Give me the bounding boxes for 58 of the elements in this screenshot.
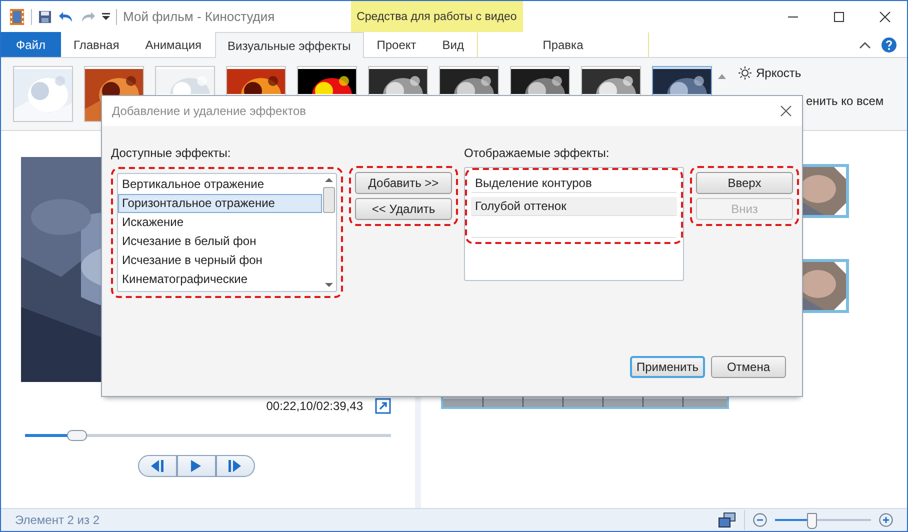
storyboard-icon[interactable] [718,512,736,528]
effect-thumbnail[interactable] [13,66,73,122]
close-icon[interactable] [780,105,792,117]
list-item[interactable]: Голубой оттенок [471,197,677,216]
dialog-title: Добавление и удаление эффектов [112,104,306,118]
context-tab-header: Средства для работы с видео [350,1,523,32]
list-item[interactable]: Выделение контуров [471,174,677,193]
next-frame-icon [228,460,242,472]
list-label: Доступные эффекты: [111,146,232,160]
move-up-button[interactable]: Вверх [696,172,793,194]
previous-frame-button[interactable] [138,455,176,477]
help-icon[interactable] [881,36,897,52]
list-item[interactable]: Вертикальное отражение [118,175,322,194]
ribbon-tab[interactable]: Анимация [132,32,215,57]
list-item[interactable]: Исчезание в белый фон [118,232,322,251]
remove-button[interactable]: << Удалить [355,198,452,220]
previous-frame-icon [150,460,164,472]
ribbon-tab[interactable]: Главная [60,32,132,57]
scroll-up-icon[interactable] [718,73,726,79]
play-button[interactable] [176,455,216,477]
file-tab[interactable]: Файл [1,32,61,57]
dropdown-icon[interactable] [102,12,110,20]
save-icon[interactable] [38,10,52,24]
ribbon-tab[interactable]: Проект [364,32,430,57]
window-title: Мой фильм - Киностудия [123,9,275,24]
effects-list[interactable]: Вертикальное отражение Горизонтальное отражение Искажение Исчезание в белый фон Исчезание в черный фон Кинематографические [117,173,337,292]
time-display: 00:22,10/02:39,43 [266,399,363,413]
slider-thumb[interactable] [67,430,88,441]
brightness-command[interactable]: Яркость [756,66,802,80]
add-button[interactable]: Добавить >> [355,172,452,194]
ribbon-tab[interactable]: Визуальные эффекты [214,32,364,58]
film-icon[interactable] [9,8,25,26]
sun-icon[interactable] [738,66,752,80]
ribbon-tab[interactable]: Правка [476,32,649,57]
status-text: Элемент 2 из 2 [15,513,100,527]
list-item[interactable]: Кинематографические [118,270,322,289]
list-item[interactable]: Горизонтальное отражение [118,194,322,213]
next-frame-button[interactable] [216,455,254,477]
effects-list[interactable]: Выделение контуров Голубой оттенок [464,167,684,281]
scroll-down-icon[interactable] [325,282,333,288]
fullscreen-icon[interactable] [375,398,391,414]
play-icon [190,460,202,472]
collapse-ribbon-icon[interactable] [859,40,871,48]
zoom-out-icon[interactable] [753,513,767,527]
apply-button[interactable]: Применить [630,356,705,378]
ribbon-tab[interactable]: Вид [429,32,477,57]
cancel-button[interactable]: Отмена [711,356,786,378]
undo-icon[interactable] [58,10,74,24]
scroll-thumb[interactable] [323,187,335,213]
zoom-in-icon[interactable] [879,513,893,527]
maximize-icon[interactable] [833,10,845,22]
slider-thumb[interactable] [807,513,818,529]
scroll-up-icon[interactable] [325,177,333,183]
list-item[interactable]: Искажение [118,213,322,232]
close-icon[interactable] [879,10,891,22]
list-item[interactable]: Исчезание в черный фон [118,251,322,270]
apply-to-all-command[interactable]: енить ко всем [806,94,884,108]
list-label: Отображаемые эффекты: [464,146,610,160]
